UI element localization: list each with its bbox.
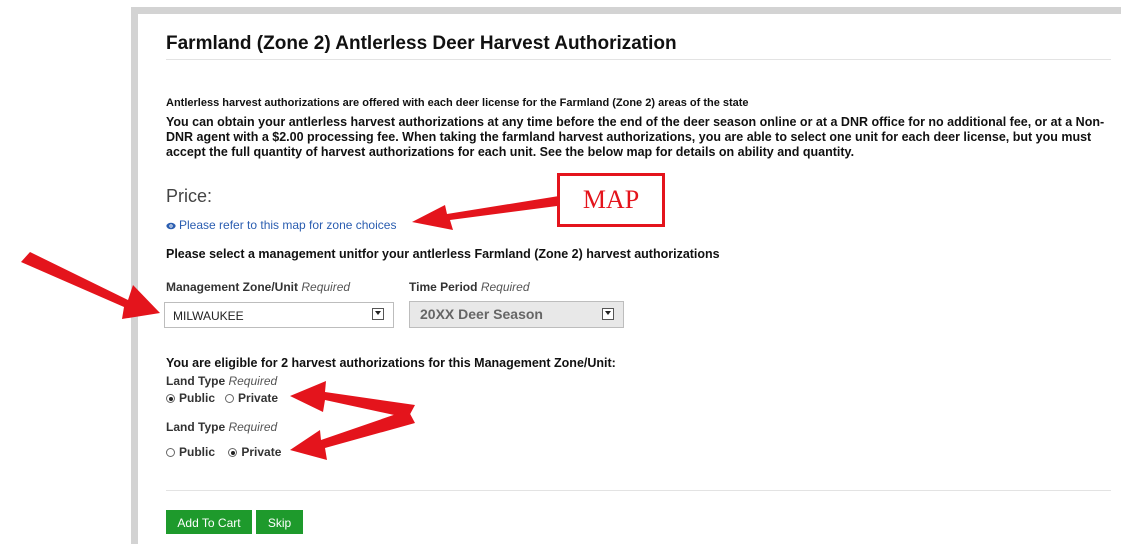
annotation-arrows xyxy=(21,196,559,460)
radio-arrow-lower-icon xyxy=(290,410,415,460)
radio-arrow-upper-icon xyxy=(290,381,415,418)
zone-arrow-icon xyxy=(21,252,160,319)
map-arrow-icon xyxy=(412,196,559,230)
